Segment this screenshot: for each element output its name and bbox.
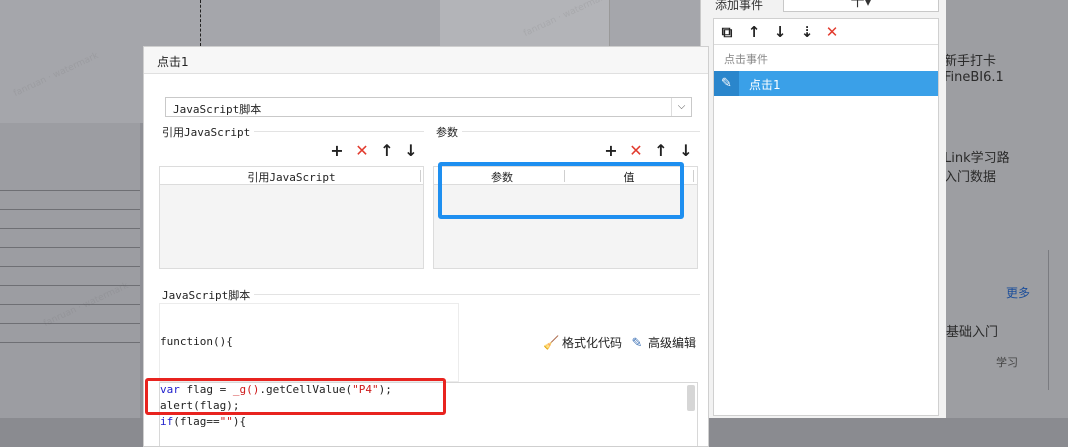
ref-js-table: 引用JavaScript: [159, 166, 424, 269]
arrow-up-icon[interactable]: ↑: [379, 143, 395, 159]
delete-icon[interactable]: ✕: [823, 23, 841, 41]
bg-text-1: 新手打卡: [944, 54, 997, 69]
event-type-select[interactable]: JavaScript脚本 ⌵: [165, 97, 692, 117]
bg-text-2: FineBI6.1: [944, 70, 1004, 85]
bg-text-3: Link学习路: [944, 151, 1010, 166]
format-code-label: 格式化代码: [562, 336, 623, 350]
delete-icon[interactable]: ✕: [354, 143, 370, 159]
background-right-column: 新手打卡 FineBI6.1 Link学习路 入门数据 更多 基础入门 学习: [944, 0, 1068, 418]
delete-icon[interactable]: ✕: [628, 143, 644, 159]
event-section-label: 点击事件: [724, 53, 768, 66]
copy-icon[interactable]: ⧉: [718, 23, 736, 41]
event-toolbar: ⧉ ↑ ↓ ⇣ ✕: [714, 19, 938, 45]
add-event-button[interactable]: 十▾: [783, 0, 939, 12]
arrow-down-icon[interactable]: ↓: [678, 143, 694, 159]
event-type-value: JavaScript脚本: [173, 103, 262, 116]
column-header: 引用JavaScript: [247, 171, 336, 184]
arrow-up-icon[interactable]: ↑: [653, 143, 669, 159]
table-header: 引用JavaScript: [160, 167, 423, 185]
chevron-down-icon[interactable]: ⌵: [671, 98, 691, 116]
event-panel: 添加事件 十▾ ⧉ ↑ ↓ ⇣ ✕ 点击事件 ✎ 点击1: [700, 0, 946, 418]
event-list-box: ⧉ ↑ ↓ ⇣ ✕ 点击事件 ✎ 点击1: [713, 18, 939, 416]
learn-label: 学习: [996, 356, 1018, 369]
bg-text-5: 基础入门: [946, 325, 999, 340]
advanced-edit-label: 高级编辑: [648, 336, 697, 350]
more-link: 更多: [1006, 286, 1031, 300]
add-event-label: 添加事件: [715, 0, 764, 12]
code-scrollbar[interactable]: [687, 385, 695, 411]
add-icon[interactable]: +: [603, 143, 619, 159]
advanced-edit-button[interactable]: ✎ 高级编辑: [629, 334, 696, 352]
dialog-title: 点击1: [157, 55, 189, 69]
bg-text-4: 入门数据: [944, 170, 997, 185]
script-section-label: JavaScript脚本: [162, 287, 255, 303]
add-icon[interactable]: +: [329, 143, 345, 159]
params-section-label: 参数: [436, 124, 462, 140]
background-scrollbar: [1048, 250, 1049, 390]
code-line: if(flag==""){: [160, 415, 247, 428]
format-code-button[interactable]: 🧹 格式化代码: [543, 334, 622, 352]
edit-icon: ✎: [631, 336, 643, 351]
event-list-item[interactable]: ✎ 点击1: [714, 71, 938, 96]
arrow-up-icon[interactable]: ↑: [745, 23, 763, 41]
arrow-down-icon[interactable]: ↓: [771, 23, 789, 41]
dialog-title-bar: 点击1: [144, 47, 708, 74]
params-highlight-annotation: [438, 162, 684, 219]
event-item-label: 点击1: [749, 78, 781, 92]
function-header: function(){: [160, 335, 233, 348]
broom-icon: 🧹: [543, 336, 560, 351]
background-left-lines: [0, 172, 140, 352]
edit-pencil-icon: ✎: [714, 71, 739, 96]
section-divider: [436, 131, 700, 132]
event-edit-dialog: 点击1 JavaScript脚本 ⌵ 引用JavaScript + ✕ ↑ ↓ …: [143, 46, 709, 447]
background-dashed-guide: [200, 0, 201, 46]
move-bottom-icon[interactable]: ⇣: [798, 23, 816, 41]
arrow-down-icon[interactable]: ↓: [403, 143, 419, 159]
column-divider: [693, 170, 694, 182]
ref-js-section-label: 引用JavaScript: [162, 124, 255, 140]
column-divider: [420, 170, 421, 182]
code-highlight-annotation: [145, 378, 446, 415]
